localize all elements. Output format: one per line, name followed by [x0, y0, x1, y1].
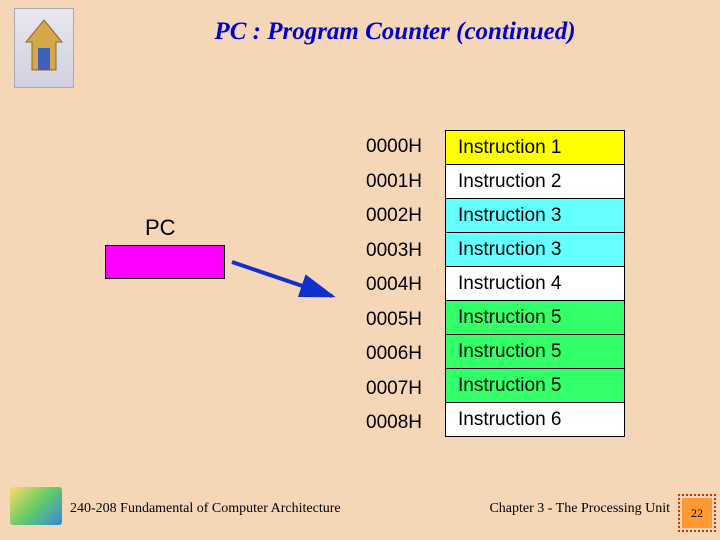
university-logo: [14, 8, 74, 88]
page-number-badge: 22: [682, 498, 712, 528]
address-cell: 0002H: [330, 199, 430, 234]
instruction-cell: Instruction 1: [445, 131, 624, 165]
footer-course: 240-208 Fundamental of Computer Architec…: [70, 501, 341, 517]
address-cell: 0005H: [330, 303, 430, 338]
address-column: 0000H 0001H 0002H 0003H 0004H 0005H 0006…: [330, 130, 430, 441]
instruction-cell: Instruction 2: [445, 165, 624, 199]
instruction-cell: Instruction 5: [445, 369, 624, 403]
instruction-cell: Instruction 3: [445, 233, 624, 267]
address-cell: 0001H: [330, 165, 430, 200]
address-cell: 0004H: [330, 268, 430, 303]
address-cell: 0000H: [330, 130, 430, 165]
address-cell: 0003H: [330, 234, 430, 269]
instruction-cell: Instruction 3: [445, 199, 624, 233]
instruction-cell: Instruction 6: [445, 403, 624, 437]
instruction-cell: Instruction 5: [445, 335, 624, 369]
instruction-cell: Instruction 4: [445, 267, 624, 301]
page-number: 22: [691, 506, 703, 521]
pc-label: PC: [145, 215, 176, 241]
address-cell: 0008H: [330, 406, 430, 441]
footer-chapter: Chapter 3 - The Processing Unit: [489, 501, 670, 517]
address-cell: 0007H: [330, 372, 430, 407]
pc-register-box: [105, 245, 225, 279]
instruction-cell: Instruction 5: [445, 301, 624, 335]
footer-logo: [10, 487, 62, 525]
address-cell: 0006H: [330, 337, 430, 372]
instruction-column: Instruction 1 Instruction 2 Instruction …: [445, 130, 625, 437]
slide-title: PC : Program Counter (continued): [115, 18, 675, 46]
